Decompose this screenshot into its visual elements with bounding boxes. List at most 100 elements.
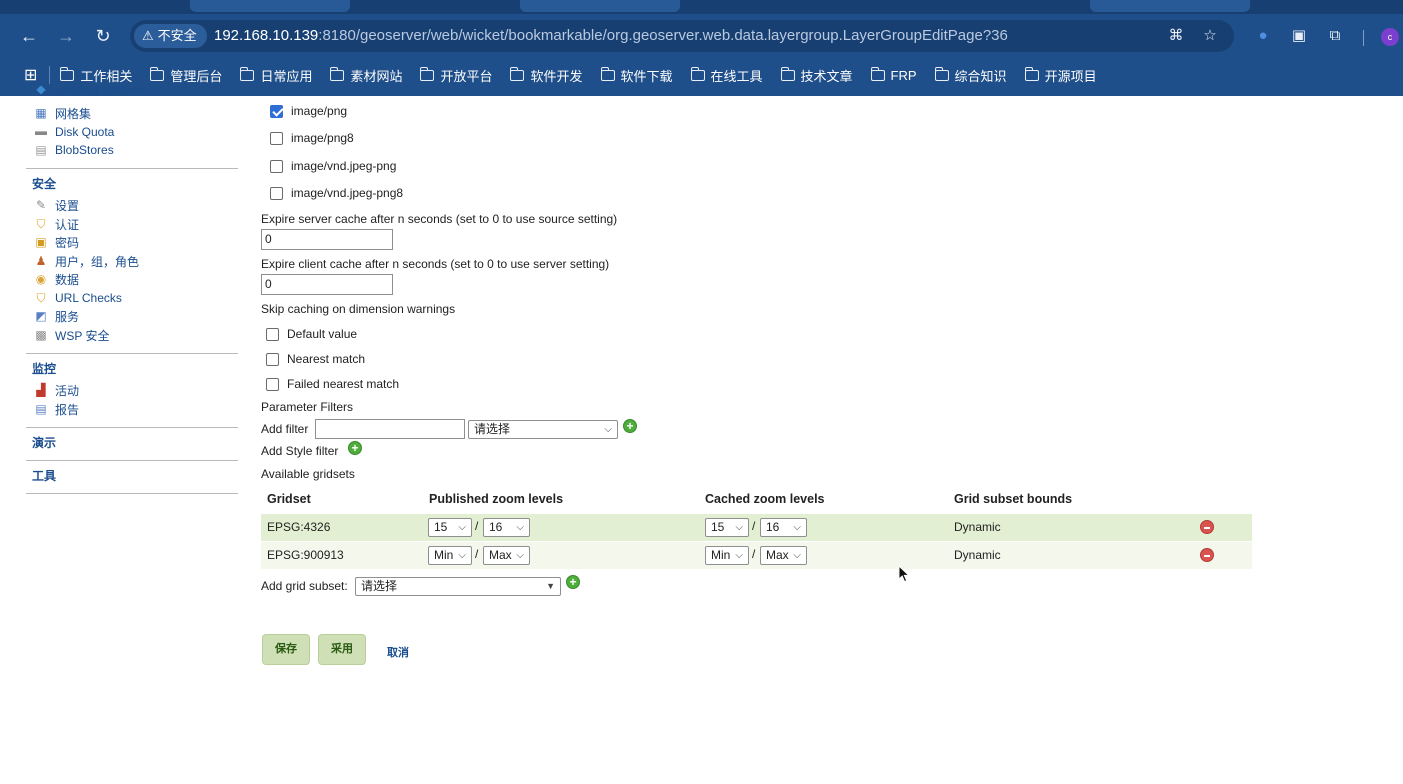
- url-text[interactable]: 192.168.10.139:8180/geoserver/web/wicket…: [214, 20, 1008, 52]
- bookmark-folder[interactable]: 综合知识: [934, 66, 1007, 85]
- save-button[interactable]: 保存: [262, 634, 310, 665]
- sidebar-item-users-groups-roles[interactable]: ♟ 用户，组，角色: [26, 252, 238, 271]
- add-filter-icon[interactable]: +: [623, 419, 637, 433]
- bookmark-folder[interactable]: 工作相关: [60, 66, 132, 85]
- sidebar-item-reports[interactable]: ▤ 报告: [26, 400, 238, 419]
- bookmark-folder[interactable]: 素材网站: [330, 66, 402, 85]
- select-value: 15: [434, 520, 448, 534]
- folder-icon: [1024, 66, 1039, 81]
- browser-tab[interactable]: [520, 0, 680, 12]
- format-checkbox[interactable]: [270, 131, 283, 145]
- forward-icon[interactable]: →: [54, 24, 78, 48]
- sidebar-item-activity[interactable]: ▟ 活动: [26, 382, 238, 401]
- format-checkbox[interactable]: [270, 186, 283, 200]
- sidebar-item-disk-quota[interactable]: ▬ Disk Quota: [26, 123, 238, 142]
- cached-min-zoom-select[interactable]: 15 ⌵: [705, 518, 749, 537]
- bookmark-folder[interactable]: 管理后台: [150, 66, 222, 85]
- bookmark-folder[interactable]: 软件开发: [510, 66, 583, 85]
- skip-option-default-value[interactable]: Default value: [266, 327, 357, 341]
- skip-option-nearest-match[interactable]: Nearest match: [266, 352, 365, 366]
- add-grid-subset-icon[interactable]: +: [566, 575, 580, 589]
- remove-gridset-icon[interactable]: [1200, 548, 1214, 562]
- bookmark-folder[interactable]: 开源项目: [1024, 66, 1097, 85]
- sidebar-item-services-security[interactable]: ◩ 服务: [26, 308, 238, 327]
- report-icon: ▤: [35, 401, 47, 416]
- filter-key-input[interactable]: [315, 419, 465, 439]
- sidebar-item-blobstores[interactable]: ▤ BlobStores: [26, 141, 238, 160]
- sidebar-divider: [26, 459, 238, 461]
- grid-icon: ▦: [35, 105, 47, 120]
- skip-checkbox[interactable]: [266, 352, 279, 366]
- folder-icon: [780, 66, 795, 81]
- chevron-down-icon: ⌵: [516, 522, 524, 533]
- extension-icon[interactable]: ●: [1251, 24, 1275, 48]
- format-option-jpeg-png[interactable]: image/vnd.jpeg-png: [270, 159, 396, 173]
- bookmark-label: 开源项目: [1044, 68, 1097, 84]
- cancel-link[interactable]: 取消: [387, 644, 409, 660]
- add-grid-subset-label: Add grid subset:: [261, 579, 348, 593]
- chevron-down-icon: ⌵: [516, 550, 524, 561]
- add-grid-subset-select[interactable]: 请选择 ▼: [355, 577, 561, 596]
- grid-subset-bounds: Dynamic: [954, 520, 1001, 534]
- filter-type-select[interactable]: 请选择 ⌵: [468, 420, 618, 439]
- sidebar-heading-demos[interactable]: 演示: [26, 434, 238, 452]
- folder-icon: [934, 66, 949, 81]
- skip-option-failed-nearest-match[interactable]: Failed nearest match: [266, 377, 399, 391]
- add-style-filter-icon[interactable]: +: [348, 441, 362, 455]
- reload-icon[interactable]: ↻: [91, 24, 115, 48]
- sidebar-item-caching-defaults[interactable]: ◆ Caching Defaults: [26, 86, 238, 96]
- back-icon[interactable]: ←: [17, 24, 41, 48]
- column-header-published-zoom: Published zoom levels: [429, 492, 564, 506]
- expire-server-input[interactable]: 0: [261, 229, 393, 250]
- star-icon[interactable]: ☆: [1200, 26, 1220, 46]
- published-min-zoom-select[interactable]: Min ⌵: [428, 546, 472, 565]
- bookmark-folder[interactable]: FRP: [870, 66, 917, 83]
- sidebar-divider: [26, 167, 238, 169]
- sidebar-heading-tools[interactable]: 工具: [26, 467, 238, 485]
- format-option-jpeg-png8[interactable]: image/vnd.jpeg-png8: [270, 186, 403, 200]
- apps-grid-icon[interactable]: ⊞: [24, 65, 37, 85]
- browser-tab[interactable]: [190, 0, 350, 12]
- remove-gridset-icon[interactable]: [1200, 520, 1214, 534]
- reading-list-icon[interactable]: ▣: [1287, 24, 1311, 48]
- apply-button[interactable]: 采用: [318, 634, 366, 665]
- expire-client-input[interactable]: 0: [261, 274, 393, 295]
- cached-min-zoom-select[interactable]: Min ⌵: [705, 546, 749, 565]
- sidebar-item-gridsets[interactable]: ▦ 网格集: [26, 104, 238, 123]
- published-max-zoom-select[interactable]: 16 ⌵: [483, 518, 530, 537]
- skip-checkbox[interactable]: [266, 377, 279, 391]
- profile-avatar[interactable]: c: [1381, 28, 1399, 46]
- format-checkbox[interactable]: [270, 159, 283, 173]
- cached-max-zoom-select[interactable]: 16 ⌵: [760, 518, 807, 537]
- bookmark-folder[interactable]: 日常应用: [240, 66, 312, 85]
- bookmark-folder[interactable]: 在线工具: [690, 66, 763, 85]
- sidebar-item-label: 数据: [55, 273, 80, 288]
- skip-checkbox[interactable]: [266, 327, 279, 341]
- address-bar[interactable]: ⚠ 不安全 192.168.10.139:8180/geoserver/web/…: [130, 20, 1234, 52]
- published-min-zoom-select[interactable]: 15 ⌵: [428, 518, 472, 537]
- add-style-filter-label[interactable]: Add Style filter: [261, 444, 338, 458]
- bookmark-folder[interactable]: 技术文章: [780, 66, 853, 85]
- sidebar-item-wps-security[interactable]: ▩ WSP 安全: [26, 326, 238, 345]
- bookmark-label: 技术文章: [800, 68, 853, 84]
- bookmark-label: 在线工具: [710, 68, 763, 84]
- security-chip[interactable]: ⚠ 不安全: [134, 24, 207, 48]
- sidebar-item-data-security[interactable]: ◉ 数据: [26, 271, 238, 290]
- sidebar-item-security-settings[interactable]: ✎ 设置: [26, 197, 238, 216]
- skip-option-label: Nearest match: [287, 352, 366, 366]
- sidebar-item-authentication[interactable]: ⛉ 认证: [26, 215, 238, 234]
- format-option-png[interactable]: image/png: [270, 104, 347, 118]
- folder-icon: [510, 66, 525, 81]
- browser-tab[interactable]: [1090, 0, 1250, 12]
- zoom-separator: /: [752, 519, 756, 533]
- bookmark-folder[interactable]: 开放平台: [420, 66, 492, 85]
- sidebar-item-passwords[interactable]: ▣ 密码: [26, 234, 238, 253]
- translate-icon[interactable]: ⌘: [1166, 26, 1186, 46]
- bookmark-folder[interactable]: 软件下载: [600, 66, 673, 85]
- cached-max-zoom-select[interactable]: Max ⌵: [760, 546, 807, 565]
- format-option-png8[interactable]: image/png8: [270, 131, 354, 145]
- extensions-puzzle-icon[interactable]: ⧉: [1323, 24, 1347, 48]
- published-max-zoom-select[interactable]: Max ⌵: [483, 546, 530, 565]
- sidebar-item-url-checks[interactable]: ⛉ URL Checks: [26, 289, 238, 308]
- format-checkbox[interactable]: [270, 104, 283, 118]
